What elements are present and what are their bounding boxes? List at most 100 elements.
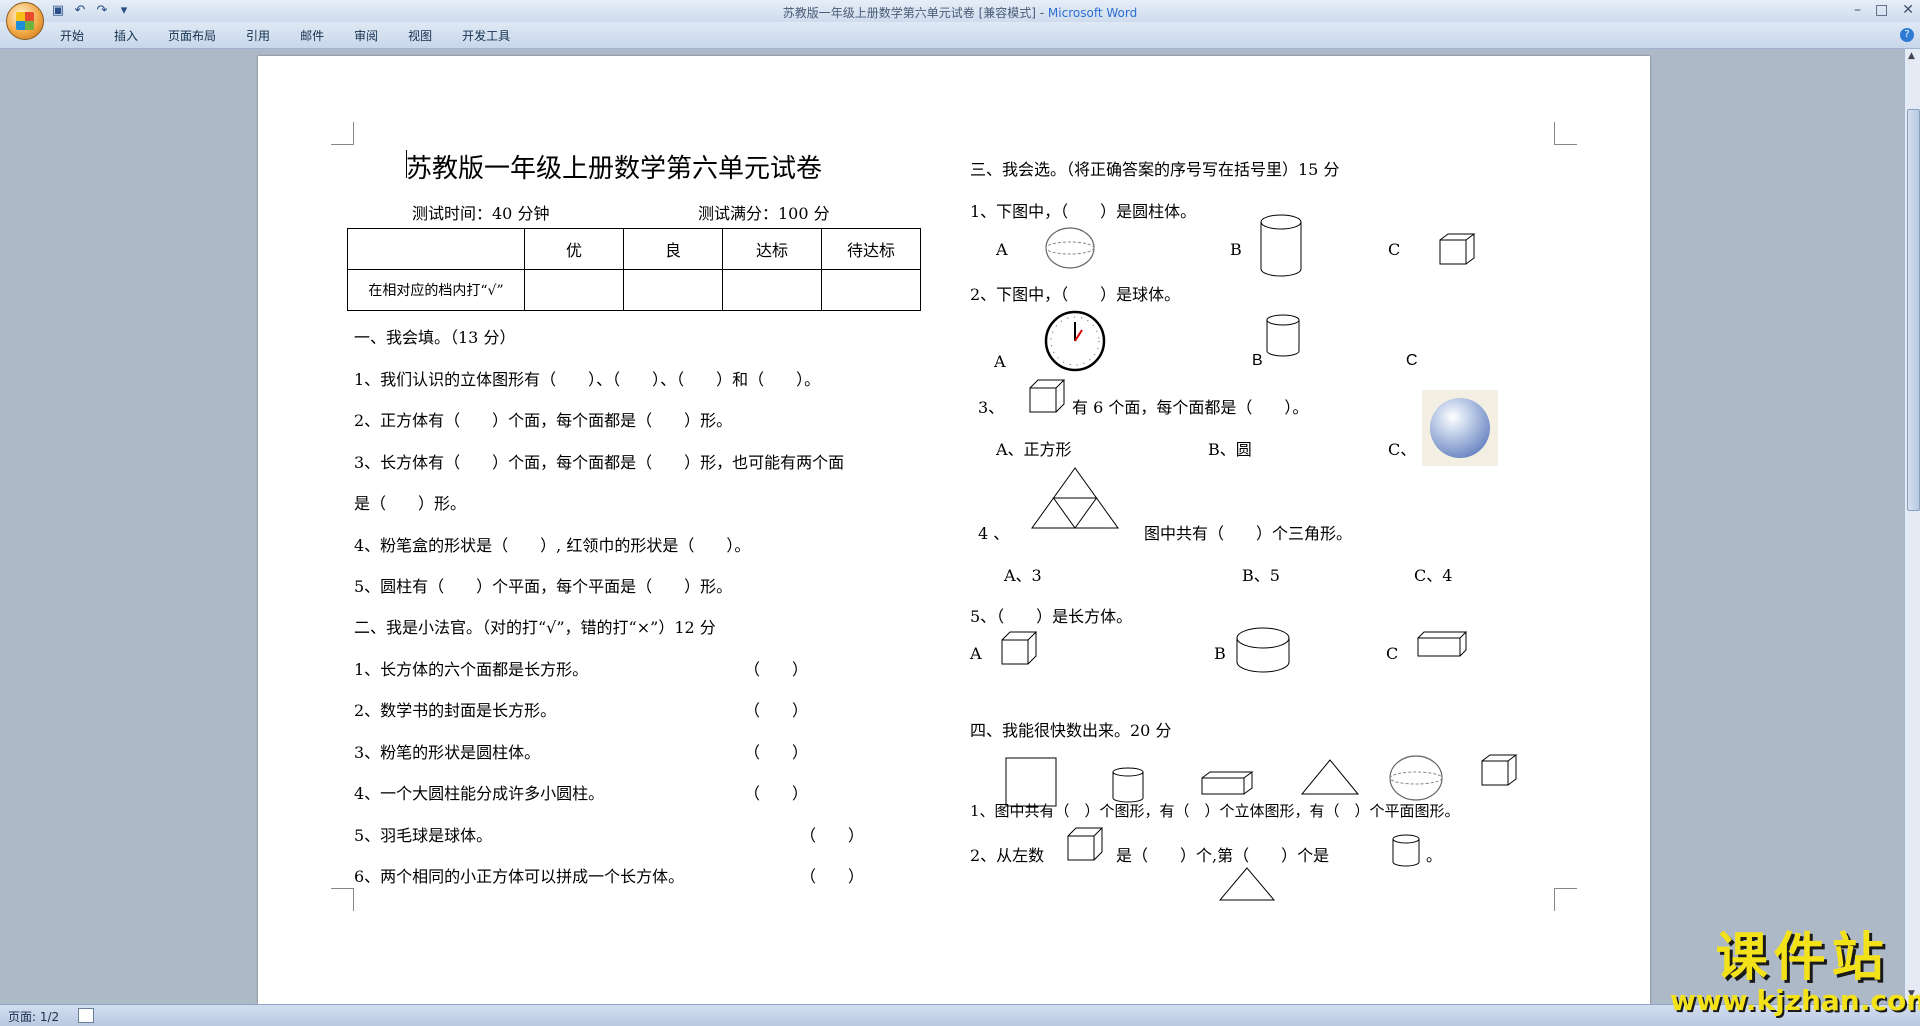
page-indicator[interactable]: 页面: 1/2 [8, 1008, 59, 1025]
option-label: A [994, 352, 1006, 371]
office-button[interactable] [6, 2, 44, 40]
tab-insert[interactable]: 插入 [114, 27, 138, 44]
document-name: 苏教版一年级上册数学第六单元试卷 [兼容模式] - [782, 6, 1048, 20]
tab-view[interactable]: 视图 [408, 27, 432, 44]
question-text: 2、正方体有（ ）个面，每个面都是（ ）形。 [354, 411, 733, 430]
question-text: 6、两个相同的小正方体可以拼成一个长方体。 [354, 867, 685, 886]
option-label: C [1406, 352, 1418, 369]
tab-review[interactable]: 审阅 [354, 27, 378, 44]
question-text: 4、粉笔盒的形状是（ ）, 红领巾的形状是（ ）。 [354, 536, 751, 555]
table-row: 在相对应的档内打“√” [347, 269, 921, 311]
question-text: 5、圆柱有（ ）个平面，每个平面是（ ）形。 [354, 577, 733, 596]
tab-developer[interactable]: 开发工具 [462, 27, 510, 44]
app-name: Microsoft Word [1047, 6, 1138, 20]
watermark-url: www.kjzhan.com [1670, 984, 1920, 1017]
table-cell[interactable] [821, 269, 921, 311]
cylinder-icon [1392, 834, 1420, 867]
proofing-icon[interactable] [78, 1008, 94, 1023]
table-cell[interactable]: 待达标 [821, 228, 921, 270]
option-text: C、4 [1414, 566, 1453, 585]
short-cylinder-icon [1236, 627, 1290, 673]
grade-table: 优 良 达标 待达标 在相对应的档内打“√” [347, 228, 921, 311]
scroll-thumb[interactable] [1907, 109, 1920, 511]
answer-paren: （ ） [744, 660, 809, 679]
scroll-up-icon[interactable]: ▲ [1908, 51, 1915, 61]
ribbon-tabs: 开始 插入 页面布局 引用 邮件 审阅 视图 开发工具 [60, 27, 510, 44]
option-label: B [1214, 644, 1226, 663]
cuboid-icon [1201, 771, 1254, 795]
section-4-title: 四、我能很快数出来。20 分 [970, 721, 1172, 740]
cylinder-icon [1112, 767, 1144, 803]
table-cell[interactable]: 在相对应的档内打“√” [347, 269, 525, 311]
tab-home[interactable]: 开始 [60, 27, 84, 44]
question-text: 1、图中共有（ ）个图形，有（ ）个立体图形，有（ ）个平面图形。 [970, 802, 1460, 820]
question-text: 有 6 个面，每个面都是（ ）。 [1072, 398, 1309, 417]
margin-corner-mark [1554, 888, 1577, 911]
tab-page-layout[interactable]: 页面布局 [168, 27, 216, 44]
section-3-title: 三、我会选。（将正确答案的序号写在括号里）15 分 [970, 160, 1340, 179]
answer-paren: （ ） [800, 867, 865, 886]
cylinder-icon [1266, 314, 1300, 357]
table-cell[interactable]: 达标 [722, 228, 822, 270]
test-score: 测试满分：100 分 [698, 204, 830, 223]
clock-icon [1044, 310, 1106, 372]
help-icon[interactable]: ? [1900, 28, 1914, 42]
window-title: 苏教版一年级上册数学第六单元试卷 [兼容模式] - Microsoft Word [0, 4, 1920, 21]
cube-icon [1001, 631, 1038, 665]
tab-references[interactable]: 引用 [246, 27, 270, 44]
maximize-icon[interactable]: □ [1875, 2, 1888, 18]
option-text: B、圆 [1208, 440, 1252, 459]
table-cell[interactable]: 良 [623, 228, 723, 270]
answer-paren: （ ） [800, 826, 865, 845]
minimize-icon[interactable]: – [1854, 2, 1861, 18]
question-text: 是（ ）形。 [354, 494, 467, 513]
margin-corner-mark [331, 888, 354, 911]
question-text: 5、（ ）是长方体。 [970, 607, 1133, 626]
cylinder-icon [1260, 214, 1302, 277]
title-bar: ▣ ↶ ↷ ▾ 苏教版一年级上册数学第六单元试卷 [兼容模式] - Micros… [0, 0, 1920, 40]
question-text: 5、羽毛球是球体。 [354, 826, 493, 845]
table-cell[interactable] [623, 269, 723, 311]
ball-icon [1422, 390, 1498, 466]
triangle-icon [1300, 759, 1360, 795]
status-bar: 页面: 1/2 [0, 1004, 1920, 1026]
question-number: 4 、 [978, 524, 1010, 543]
question-text: 2、下图中，（ ）是球体。 [970, 285, 1181, 304]
tab-mailings[interactable]: 邮件 [300, 27, 324, 44]
ribbon: 开始 插入 页面布局 引用 邮件 审阅 视图 开发工具 ? [0, 22, 1920, 49]
triangle-figure-icon [1031, 467, 1119, 529]
cuboid-icon [1417, 631, 1468, 657]
table-cell[interactable] [524, 269, 624, 311]
option-text: A、正方形 [996, 440, 1072, 459]
question-text: 2、数学书的封面是长方形。 [354, 701, 557, 720]
answer-paren: （ ） [744, 784, 809, 803]
option-label: A [970, 644, 982, 663]
question-text: 3、粉笔的形状是圆柱体。 [354, 743, 541, 762]
cube-icon [1067, 827, 1104, 861]
option-text: B、5 [1242, 566, 1280, 585]
office-logo-icon [16, 12, 34, 30]
option-label: B [1252, 352, 1263, 369]
option-text: A、3 [1004, 566, 1042, 585]
question-text: 3、长方体有（ ）个面，每个面都是（ ）形，也可能有两个面 [354, 453, 845, 472]
option-label: B [1230, 240, 1242, 259]
triangle-icon [1218, 867, 1276, 901]
section-2-title: 二、我是小法官。（对的打“√”，错的打“×”）12 分 [354, 618, 716, 637]
table-row: 优 良 达标 待达标 [347, 228, 921, 270]
question-text: 图中共有（ ）个三角形。 [1144, 524, 1353, 543]
margin-corner-mark [331, 122, 354, 145]
cube-icon [1481, 754, 1518, 786]
option-label: C [1388, 240, 1401, 259]
answer-paren: （ ） [744, 743, 809, 762]
table-cell[interactable]: 优 [524, 228, 624, 270]
table-cell[interactable] [347, 228, 525, 270]
table-cell[interactable] [722, 269, 822, 311]
cube-icon [1439, 233, 1476, 265]
question-text: 2、从左数 [970, 846, 1045, 865]
document-page[interactable]: 苏教版一年级上册数学第六单元试卷 测试时间：40 分钟 测试满分：100 分 优… [258, 56, 1650, 1004]
question-text: 。 [1426, 846, 1443, 865]
section-1-title: 一、我会填。（13 分） [354, 328, 516, 347]
vertical-scrollbar[interactable]: ▲ ▼ [1904, 49, 1920, 1004]
question-number: 3、 [978, 398, 1005, 417]
close-icon[interactable]: ✕ [1902, 2, 1914, 18]
